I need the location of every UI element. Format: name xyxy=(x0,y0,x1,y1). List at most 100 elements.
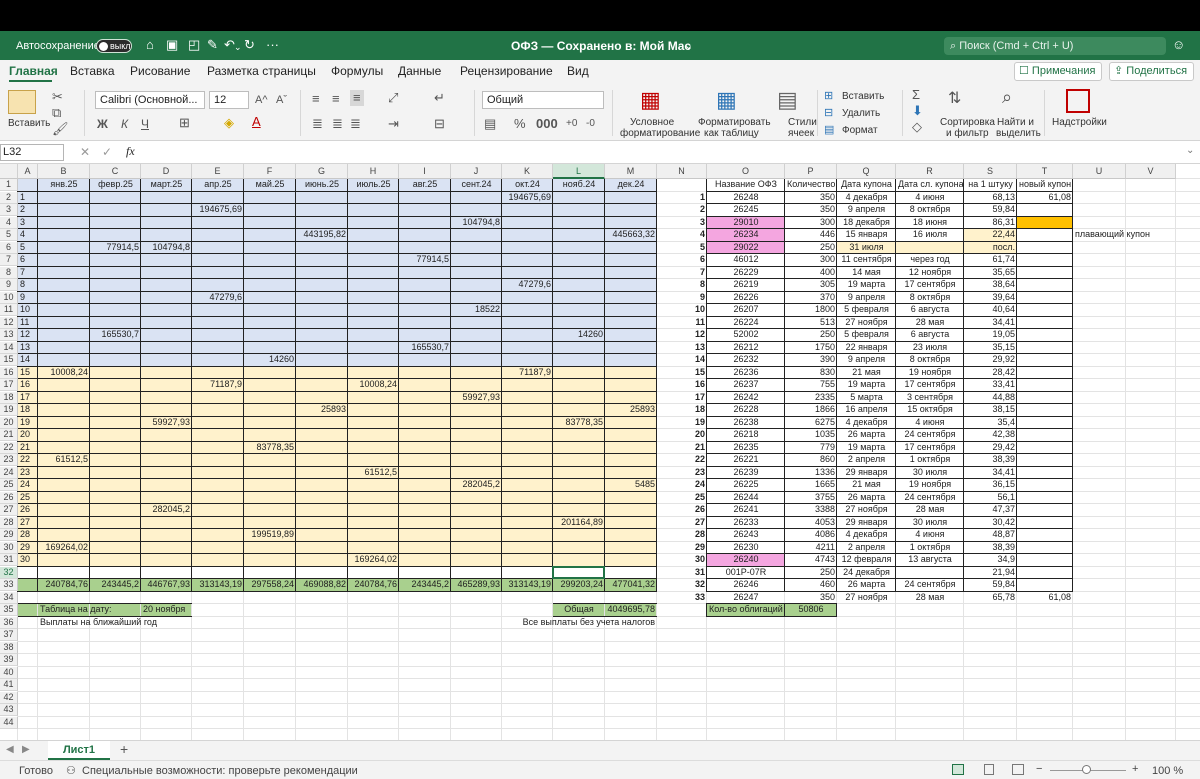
bond-cell[interactable]: 26212 xyxy=(707,342,785,354)
confirm-icon[interactable]: ✓ xyxy=(102,145,112,159)
bond-cell[interactable]: 26241 xyxy=(707,504,785,516)
bond-index-cell[interactable]: 31 xyxy=(657,567,707,579)
month-header[interactable]: июнь.25 xyxy=(296,179,348,191)
bond-cell[interactable]: 26240 xyxy=(707,554,785,566)
bond-cell[interactable]: 26244 xyxy=(707,492,785,504)
normal-view-icon[interactable] xyxy=(952,764,964,775)
bond-cell[interactable]: 26 марта xyxy=(837,492,896,504)
row-header[interactable]: 28 xyxy=(0,516,18,529)
paste-icon[interactable] xyxy=(8,90,36,114)
bond-cell[interactable]: 1336 xyxy=(785,467,837,479)
payment-cell[interactable]: 169264,02 xyxy=(348,554,399,566)
format-table-label-1[interactable]: Форматировать xyxy=(698,117,771,128)
clear-icon[interactable]: ◇ xyxy=(912,120,922,134)
bond-cell[interactable]: 6275 xyxy=(785,417,837,429)
row-header[interactable]: 30 xyxy=(0,541,18,554)
bond-cell[interactable]: 4 июня xyxy=(896,529,964,541)
bond-cell[interactable]: 19 марта xyxy=(837,442,896,454)
column-header[interactable]: R xyxy=(896,164,964,179)
bond-cell[interactable]: 26238 xyxy=(707,417,785,429)
find-label-2[interactable]: выделить xyxy=(996,128,1041,139)
font-color-icon[interactable]: A xyxy=(252,115,261,129)
bond-cell[interactable]: 17 сентября xyxy=(896,442,964,454)
bond-cell[interactable]: 12 ноября xyxy=(896,267,964,279)
row-number-cell[interactable]: 30 xyxy=(18,554,38,566)
row-number-cell[interactable]: 1 xyxy=(18,192,38,204)
spreadsheet-grid[interactable]: A B C D E F G H I J K L M N O P Q R S T U V 1 2 3 4 5 6 7 8 9 10 11 12 13 1… xyxy=(0,164,1200,740)
bond-cell[interactable]: 4 июня xyxy=(896,192,964,204)
bond-cell[interactable]: 13 августа xyxy=(896,554,964,566)
bond-cell[interactable]: 34,9 xyxy=(964,554,1017,566)
bond-cell[interactable]: 26246 xyxy=(707,579,785,591)
payment-cell[interactable]: 199519,89 xyxy=(244,529,296,541)
row-header[interactable]: 14 xyxy=(0,341,18,354)
bond-cell[interactable]: 21,94 xyxy=(964,567,1017,579)
expand-formula-icon[interactable]: ⌄ xyxy=(1186,145,1194,156)
payment-cell[interactable]: 18522 xyxy=(451,304,502,316)
note-year-cell[interactable]: Выплаты на ближайший год xyxy=(38,617,244,629)
bond-cell[interactable]: 18 декабря xyxy=(837,217,896,229)
row-number-cell[interactable]: 17 xyxy=(18,392,38,404)
total-cell[interactable]: 297558,24 xyxy=(244,579,296,591)
bond-cell[interactable]: 1665 xyxy=(785,479,837,491)
row-number-cell[interactable]: 27 xyxy=(18,517,38,529)
bond-cell[interactable]: 26228 xyxy=(707,404,785,416)
row-number-cell[interactable]: 16 xyxy=(18,379,38,391)
row-number-cell[interactable]: 10 xyxy=(18,304,38,316)
quick-access-icon[interactable]: ◰ xyxy=(188,38,200,52)
payment-cell[interactable]: 77914,5 xyxy=(90,242,141,254)
next-sheet-icon[interactable]: ▶ xyxy=(22,744,30,755)
note-all-cell[interactable]: Все выплаты без учета налогов xyxy=(502,617,657,629)
payment-cell[interactable]: 104794,8 xyxy=(141,242,192,254)
bond-cell[interactable]: 26218 xyxy=(707,429,785,441)
bond-index-cell[interactable]: 14 xyxy=(657,354,707,366)
bond-index-cell[interactable]: 15 xyxy=(657,367,707,379)
payment-cell[interactable]: 77914,5 xyxy=(399,254,451,266)
formula-input[interactable] xyxy=(146,144,1182,161)
bond-cell[interactable]: 250 xyxy=(785,567,837,579)
bond-header[interactable]: Название ОФЗ xyxy=(707,179,785,191)
month-header[interactable]: окт.24 xyxy=(502,179,553,191)
bond-cell[interactable]: 26224 xyxy=(707,317,785,329)
row-header[interactable]: 24 xyxy=(0,466,18,479)
bond-cell[interactable]: 86,31 xyxy=(964,217,1017,229)
row-header[interactable]: 41 xyxy=(0,679,18,691)
bond-cell[interactable]: 8 октября xyxy=(896,292,964,304)
bond-cell[interactable]: 29,42 xyxy=(964,442,1017,454)
bond-cell[interactable]: 47,37 xyxy=(964,504,1017,516)
bond-cell[interactable]: 2 апреля xyxy=(837,542,896,554)
bond-cell[interactable]: 24 сентября xyxy=(896,492,964,504)
bond-cell[interactable]: 28 мая xyxy=(896,592,964,604)
month-header[interactable]: янв.25 xyxy=(38,179,90,191)
bond-cell[interactable]: 40,64 xyxy=(964,304,1017,316)
column-header[interactable]: T xyxy=(1017,164,1073,179)
currency-icon[interactable]: ▤ xyxy=(484,117,496,131)
column-header[interactable]: S xyxy=(964,164,1017,179)
row-header[interactable]: 23 xyxy=(0,454,18,466)
row-number-cell[interactable]: 28 xyxy=(18,529,38,541)
month-header[interactable]: июль.25 xyxy=(348,179,399,191)
bond-cell[interactable]: 779 xyxy=(785,442,837,454)
month-header[interactable]: дек.24 xyxy=(605,179,657,191)
bond-index-cell[interactable]: 18 xyxy=(657,404,707,416)
bond-cell[interactable]: 61,08 xyxy=(1017,592,1073,604)
bond-cell[interactable]: 3388 xyxy=(785,504,837,516)
insert-cells-icon[interactable]: ⊞ xyxy=(824,89,833,103)
bond-cell[interactable]: 19 ноября xyxy=(896,367,964,379)
bond-cell[interactable]: 17 сентября xyxy=(896,379,964,391)
zoom-out-button[interactable]: − xyxy=(1036,763,1042,775)
bond-cell[interactable]: 34,41 xyxy=(964,467,1017,479)
row-header[interactable]: 20 xyxy=(0,416,18,429)
bond-cell[interactable]: 400 xyxy=(785,267,837,279)
bond-cell[interactable]: 1035 xyxy=(785,429,837,441)
row-header[interactable]: 39 xyxy=(0,654,18,666)
fill-icon[interactable]: ⬇ xyxy=(912,104,923,118)
bond-cell[interactable]: 4086 xyxy=(785,529,837,541)
payment-cell[interactable]: 194675,69 xyxy=(192,204,244,216)
payment-cell[interactable]: 169264,02 xyxy=(38,542,90,554)
merge-icon[interactable]: ⊟ xyxy=(434,117,445,131)
bond-cell[interactable]: 18 июня xyxy=(896,217,964,229)
bond-count-label-cell[interactable]: Кол-во облигаций xyxy=(707,604,785,616)
bond-index-cell[interactable]: 12 xyxy=(657,329,707,341)
cond-format-label-1[interactable]: Условное xyxy=(630,117,674,128)
